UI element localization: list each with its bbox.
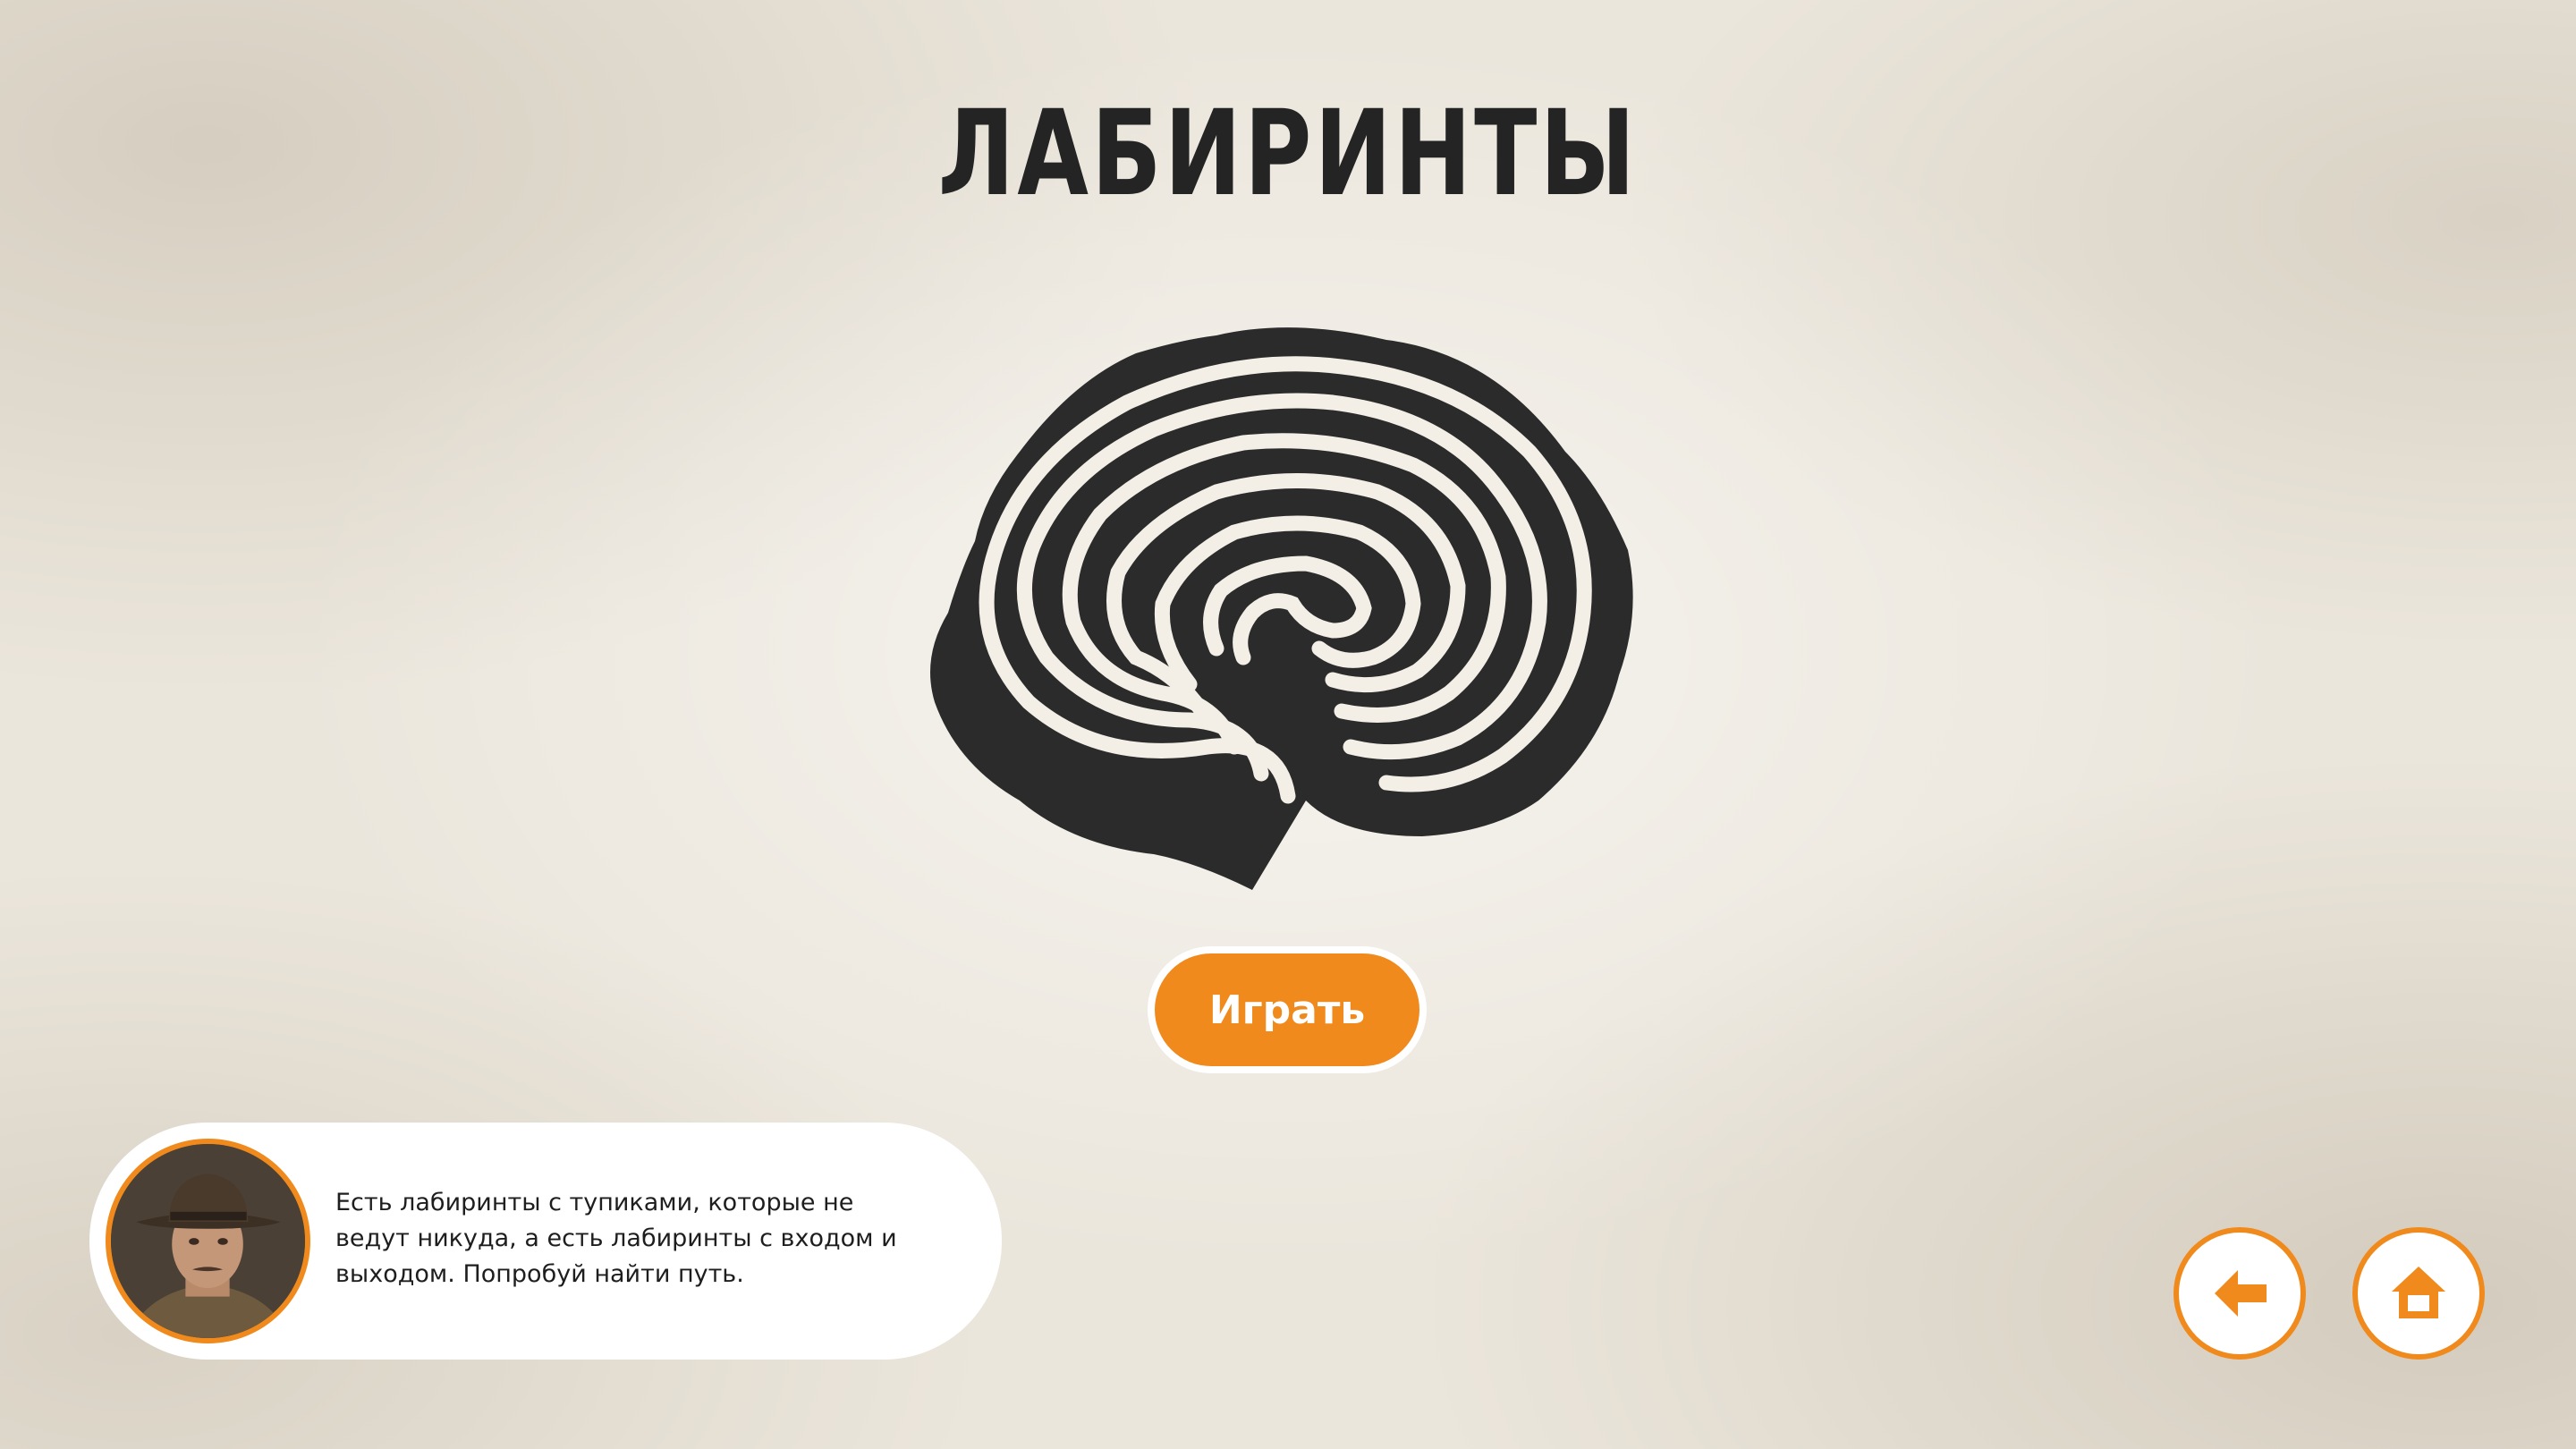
home-icon <box>2392 1267 2445 1318</box>
narrator-text-line: Есть лабиринты с тупиками, которые не <box>335 1189 854 1216</box>
narrator-dialog: Есть лабиринты с тупиками, которые не ве… <box>89 1123 1002 1360</box>
labyrinth-illustration <box>921 318 1664 903</box>
play-button-label: Играть <box>1155 953 1419 1066</box>
narrator-text: Есть лабиринты с тупиками, которые не ве… <box>335 1185 962 1292</box>
narrator-text-line: ведут никуда, а есть лабиринты с входом … <box>335 1224 897 1252</box>
arrow-left-icon <box>2215 1270 2267 1317</box>
page-title: ЛАБИРИНТЫ <box>937 85 1639 223</box>
home-button[interactable] <box>2352 1227 2485 1360</box>
narrator-text-line: выходом. Попробуй найти путь. <box>335 1260 744 1288</box>
back-button[interactable] <box>2174 1227 2306 1360</box>
narrator-avatar <box>106 1139 310 1343</box>
play-button[interactable]: Играть <box>1148 946 1427 1073</box>
